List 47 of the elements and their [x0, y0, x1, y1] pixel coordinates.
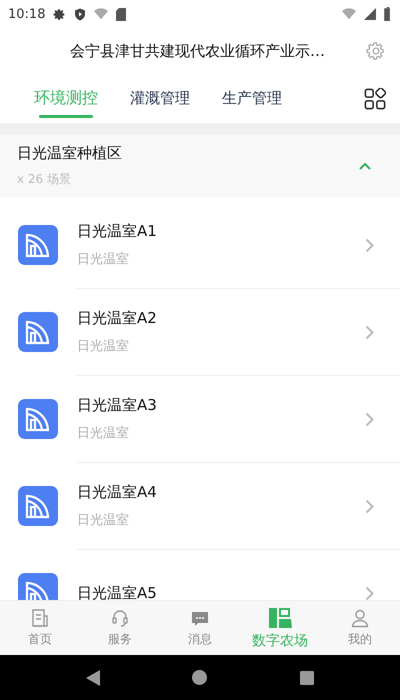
settings-icon[interactable]: [366, 41, 386, 61]
chevron-right-icon[interactable]: [365, 498, 374, 514]
headset-icon: [110, 608, 130, 628]
chevron-up-icon[interactable]: [358, 162, 372, 170]
chevron-right-icon[interactable]: [365, 586, 374, 600]
nav-tab[interactable]: 我的: [320, 601, 400, 655]
sd-card-icon: [116, 8, 126, 20]
scene-count: x 26 场景: [17, 171, 72, 188]
greenhouse-name: 日光温室A1: [77, 222, 158, 241]
greenhouse-name: 日光温室A5: [77, 584, 158, 600]
tab[interactable]: 灌溉管理: [118, 74, 202, 123]
home-icon[interactable]: [192, 670, 208, 685]
greenhouse-icon: [18, 225, 58, 265]
tab[interactable]: 生产管理: [210, 74, 294, 123]
grid-menu-icon[interactable]: [364, 88, 386, 110]
page-title: 会宁县津甘共建现代农业循环产业示…: [70, 42, 326, 60]
battery-icon: [384, 7, 392, 21]
chevron-right-icon[interactable]: [365, 238, 374, 252]
nav-tab[interactable]: 首页: [0, 601, 80, 655]
recents-icon[interactable]: [300, 670, 314, 684]
chevron-right-icon[interactable]: [365, 412, 374, 426]
back-icon[interactable]: [86, 670, 100, 686]
greenhouse-icon: [18, 399, 58, 439]
tab[interactable]: 环境测控: [22, 74, 110, 123]
person-icon: [350, 608, 370, 628]
nav-tab[interactable]: 数字农场: [240, 601, 320, 655]
greenhouse-name: 日光温室A3: [77, 396, 158, 415]
chevron-right-icon[interactable]: [365, 324, 374, 340]
wifi-icon: [342, 8, 356, 20]
greenhouse-icon: [18, 312, 58, 352]
status-time: 10:18: [8, 6, 46, 22]
signal-icon: [364, 8, 376, 20]
wifi-icon: [94, 8, 108, 20]
shield-icon: [74, 8, 86, 20]
greenhouse-name: 日光温室A2: [77, 309, 158, 328]
document-icon: [30, 608, 50, 628]
greenhouse-type: 日光温室: [77, 338, 130, 355]
greenhouse-type: 日光温室: [77, 512, 130, 529]
nav-tab[interactable]: 服务: [80, 601, 160, 655]
greenhouse-name: 日光温室A4: [77, 483, 158, 502]
greenhouse-icon: [18, 486, 58, 526]
farm-icon: [268, 606, 292, 628]
nav-tab[interactable]: 消息: [160, 601, 240, 655]
gear-icon: [53, 8, 66, 20]
greenhouse-type: 日光温室: [77, 425, 130, 442]
greenhouse-type: 日光温室: [77, 251, 130, 268]
group-title: 日光温室种植区: [17, 144, 123, 163]
